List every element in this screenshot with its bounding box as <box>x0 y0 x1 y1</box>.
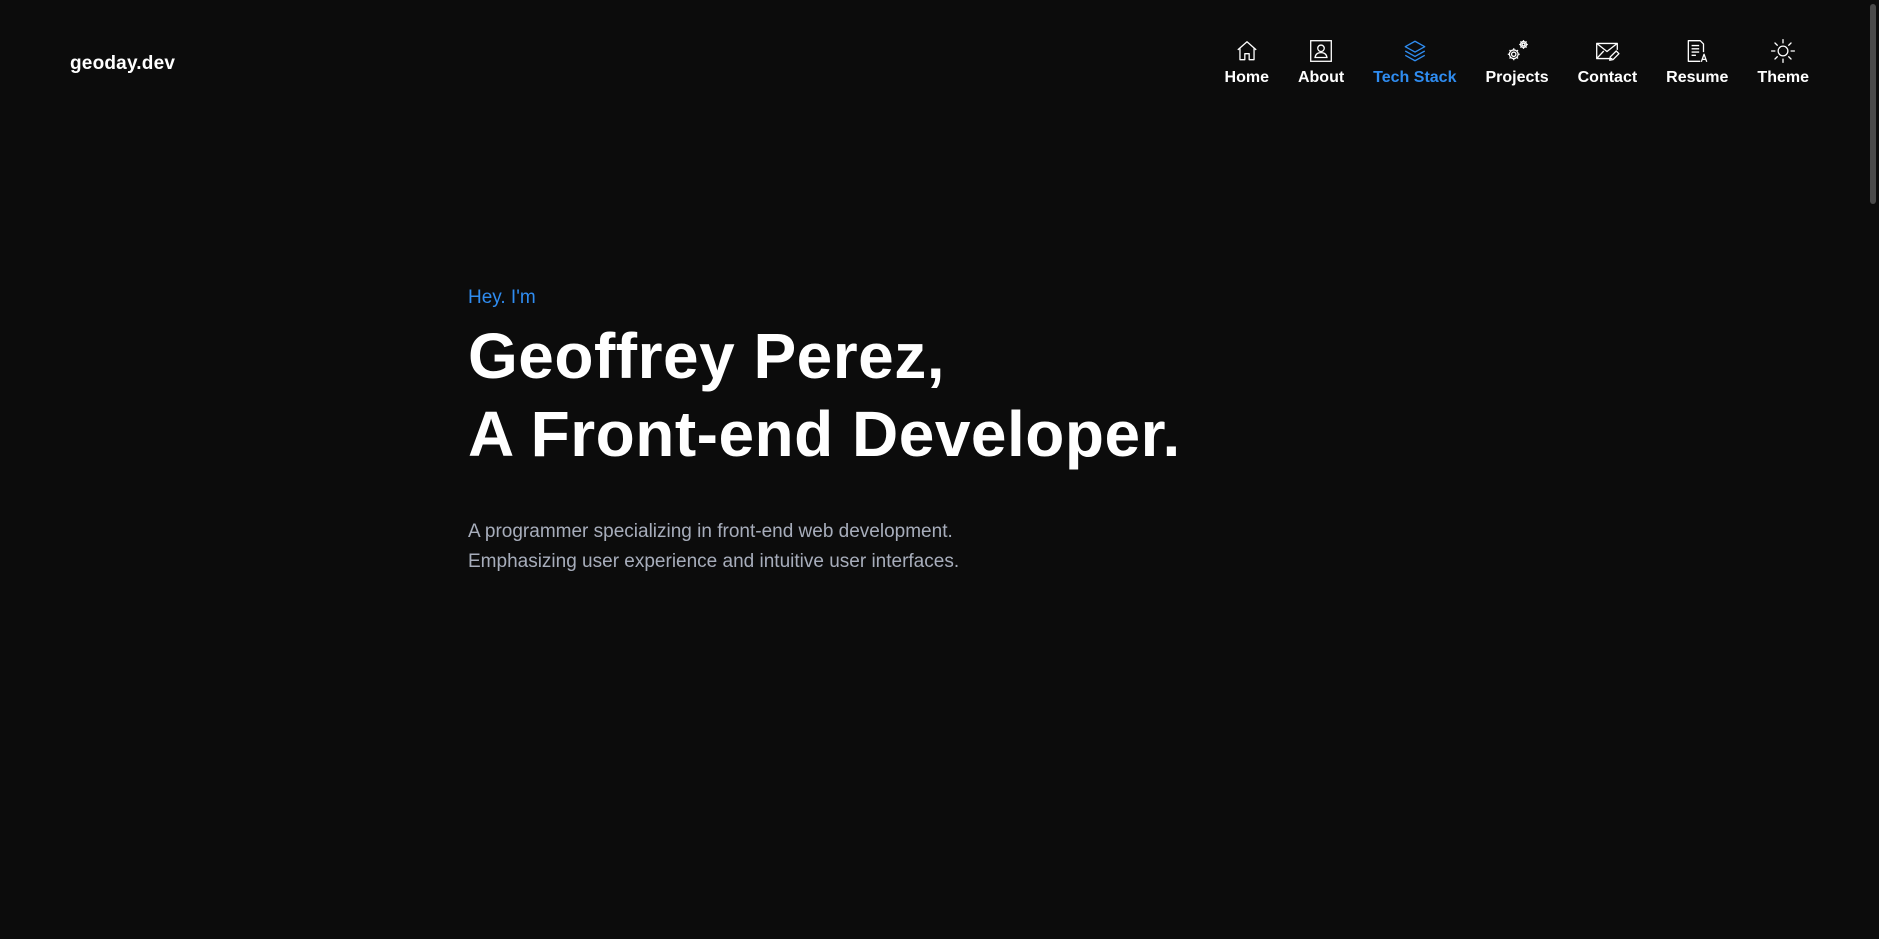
nav-label-home: Home <box>1224 69 1269 86</box>
main-nav: Home About Tech Stack Projects Contact R… <box>1225 36 1809 87</box>
nav-item-tech-stack[interactable]: Tech Stack <box>1373 36 1456 87</box>
home-icon <box>1232 36 1262 66</box>
hero-headline-role: A Front-end Developer. <box>468 398 1181 470</box>
nav-label-contact: Contact <box>1577 69 1638 86</box>
user-card-icon <box>1306 36 1336 66</box>
page-scrollbar[interactable] <box>1865 0 1879 939</box>
nav-item-about[interactable]: About <box>1298 36 1344 87</box>
hero-headline: Geoffrey Perez, A Front-end Developer. <box>468 317 1181 473</box>
nav-item-resume[interactable]: Resume <box>1666 36 1728 87</box>
sun-icon <box>1768 36 1798 66</box>
nav-label-tech-stack: Tech Stack <box>1373 69 1457 86</box>
layers-icon <box>1400 36 1430 66</box>
hero-description-line: A programmer specializing in front-end w… <box>468 521 953 542</box>
nav-label-theme: Theme <box>1757 69 1809 86</box>
hero-headline-name: Geoffrey Perez, <box>468 320 946 392</box>
hero-description: A programmer specializing in front-end w… <box>468 517 1181 577</box>
nav-label-projects: Projects <box>1485 69 1549 86</box>
nav-label-resume: Resume <box>1666 69 1729 86</box>
nav-item-projects[interactable]: Projects <box>1485 36 1549 87</box>
hero-description-line: Emphasizing user experience and intuitiv… <box>468 551 960 572</box>
site-logo[interactable]: geoday.dev <box>70 53 175 75</box>
nav-item-contact[interactable]: Contact <box>1577 36 1638 87</box>
gears-icon <box>1502 36 1532 66</box>
document-icon <box>1682 36 1712 66</box>
nav-label-about: About <box>1297 69 1345 86</box>
mail-icon <box>1592 36 1622 66</box>
hero-section: Hey. I'm Geoffrey Perez, A Front-end Dev… <box>468 287 1181 577</box>
scrollbar-thumb[interactable] <box>1870 4 1876 204</box>
nav-item-home[interactable]: Home <box>1225 36 1269 87</box>
hero-greeting: Hey. I'm <box>468 287 536 308</box>
page: geoday.dev Home About Tech Stack Project… <box>0 0 1879 939</box>
nav-item-theme[interactable]: Theme <box>1757 36 1809 87</box>
